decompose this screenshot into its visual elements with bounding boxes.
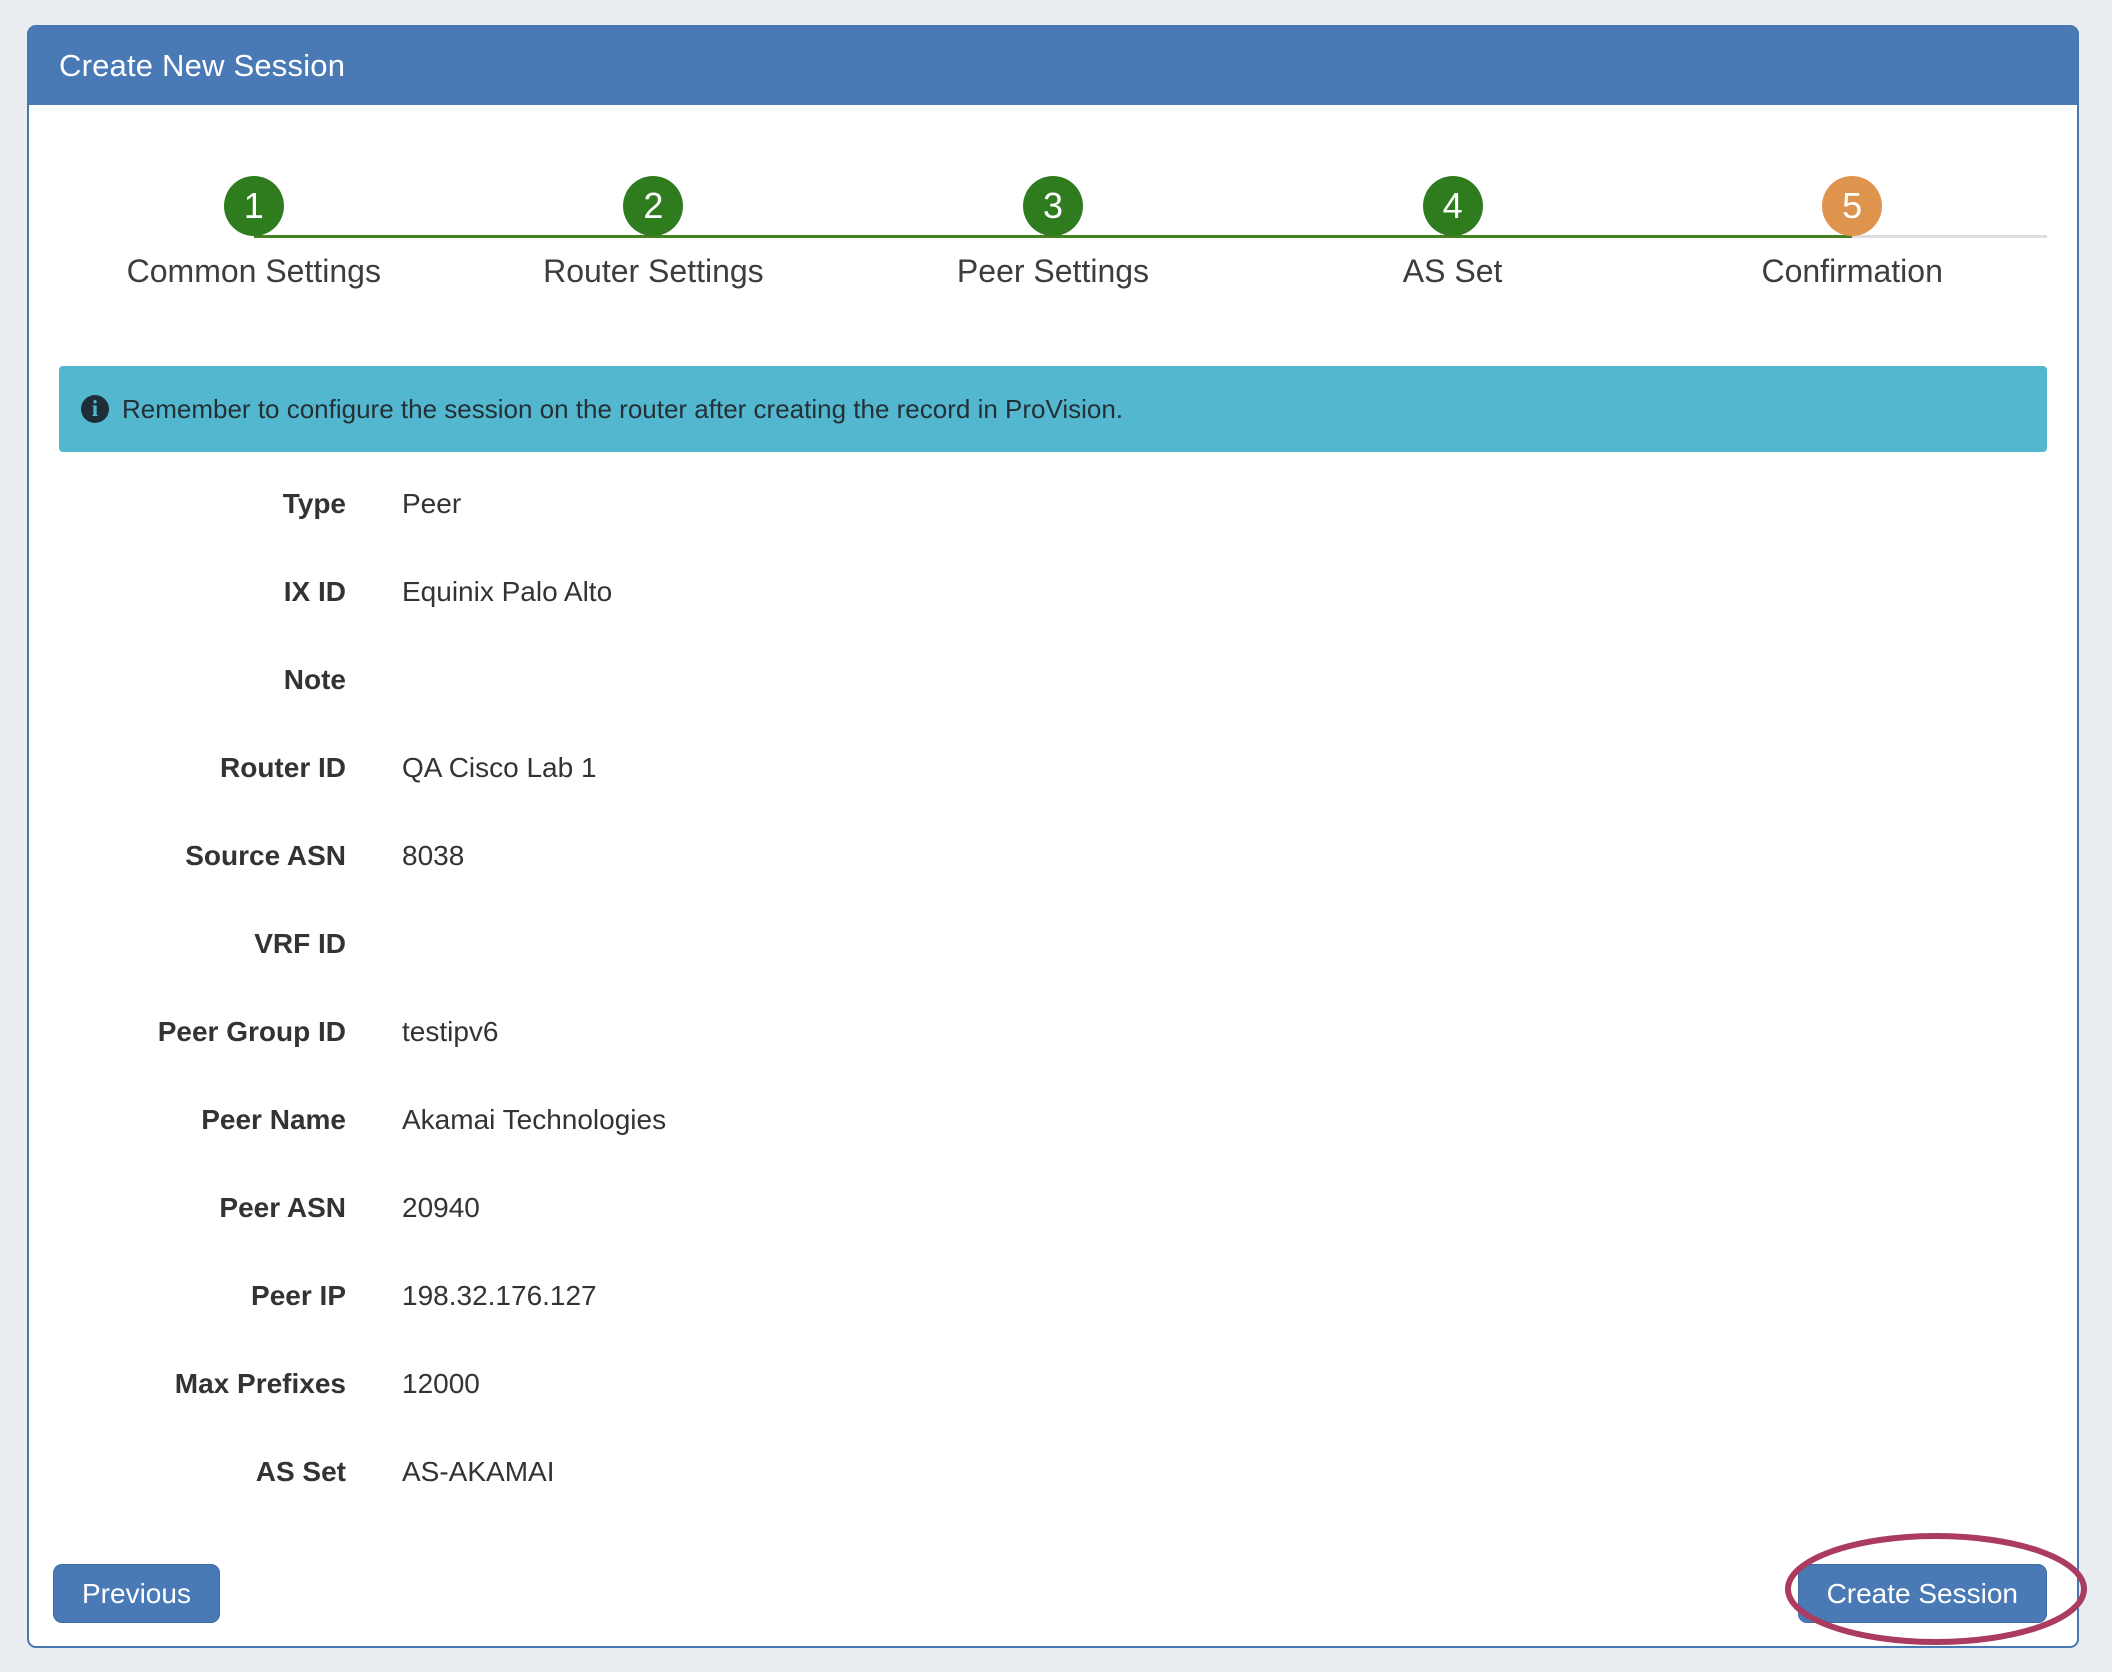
field-label: Peer IP — [29, 1280, 346, 1312]
field-value: testipv6 — [402, 1016, 499, 1048]
info-circle-icon: i — [81, 395, 109, 423]
step-as-set[interactable]: 4 AS Set — [1253, 176, 1653, 290]
info-banner: i Remember to configure the session on t… — [59, 366, 2047, 452]
page: { "window": { "title": "Create New Sessi… — [0, 0, 2112, 1672]
summary-row-vrf-id: VRF ID — [29, 900, 2077, 988]
session-summary: Type Peer IX ID Equinix Palo Alto Note R… — [29, 460, 2077, 1516]
summary-row-max-prefixes: Max Prefixes 12000 — [29, 1340, 2077, 1428]
wizard-stepper: 1 Common Settings 2 Router Settings 3 Pe… — [29, 105, 2077, 290]
field-value: Peer — [402, 488, 461, 520]
field-label: Peer Name — [29, 1104, 346, 1136]
field-value: AS-AKAMAI — [402, 1456, 554, 1488]
step-router-settings[interactable]: 2 Router Settings — [454, 176, 854, 290]
field-value: 8038 — [402, 840, 464, 872]
step-peer-settings[interactable]: 3 Peer Settings — [853, 176, 1253, 290]
step-1-label: Common Settings — [127, 253, 381, 290]
wizard-footer: Previous Create Session — [29, 1564, 2077, 1623]
summary-row-peer-name: Peer Name Akamai Technologies — [29, 1076, 2077, 1164]
field-label: Peer ASN — [29, 1192, 346, 1224]
field-label: Peer Group ID — [29, 1016, 346, 1048]
create-session-panel: Create New Session 1 Common Settings 2 R… — [27, 25, 2079, 1648]
summary-row-peer-asn: Peer ASN 20940 — [29, 1164, 2077, 1252]
step-3-circle: 3 — [1023, 176, 1083, 236]
previous-button[interactable]: Previous — [53, 1564, 220, 1623]
field-value: QA Cisco Lab 1 — [402, 752, 597, 784]
step-5-circle: 5 — [1822, 176, 1882, 236]
summary-row-router-id: Router ID QA Cisco Lab 1 — [29, 724, 2077, 812]
field-label: Router ID — [29, 752, 346, 784]
summary-row-peer-ip: Peer IP 198.32.176.127 — [29, 1252, 2077, 1340]
field-label: AS Set — [29, 1456, 346, 1488]
summary-row-note: Note — [29, 636, 2077, 724]
field-value: 198.32.176.127 — [402, 1280, 597, 1312]
step-4-label: AS Set — [1403, 253, 1503, 290]
field-value: Equinix Palo Alto — [402, 576, 612, 608]
step-2-label: Router Settings — [543, 253, 764, 290]
field-value: 20940 — [402, 1192, 480, 1224]
step-confirmation[interactable]: 5 Confirmation — [1652, 176, 2052, 290]
summary-row-type: Type Peer — [29, 460, 2077, 548]
step-5-label: Confirmation — [1761, 253, 1942, 290]
field-label: VRF ID — [29, 928, 346, 960]
step-common-settings[interactable]: 1 Common Settings — [54, 176, 454, 290]
field-label: Note — [29, 664, 346, 696]
page-title: Create New Session — [59, 48, 345, 84]
field-label: IX ID — [29, 576, 346, 608]
summary-row-source-asn: Source ASN 8038 — [29, 812, 2077, 900]
summary-row-ix-id: IX ID Equinix Palo Alto — [29, 548, 2077, 636]
field-label: Type — [29, 488, 346, 520]
step-3-label: Peer Settings — [957, 253, 1149, 290]
field-label: Max Prefixes — [29, 1368, 346, 1400]
field-value: 12000 — [402, 1368, 480, 1400]
field-label: Source ASN — [29, 840, 346, 872]
summary-row-peer-group-id: Peer Group ID testipv6 — [29, 988, 2077, 1076]
info-banner-text: Remember to configure the session on the… — [122, 394, 1123, 425]
step-2-circle: 2 — [623, 176, 683, 236]
create-session-button[interactable]: Create Session — [1798, 1564, 2047, 1623]
panel-header: Create New Session — [29, 27, 2077, 105]
step-4-circle: 4 — [1423, 176, 1483, 236]
step-1-circle: 1 — [224, 176, 284, 236]
summary-row-as-set: AS Set AS-AKAMAI — [29, 1428, 2077, 1516]
field-value: Akamai Technologies — [402, 1104, 666, 1136]
